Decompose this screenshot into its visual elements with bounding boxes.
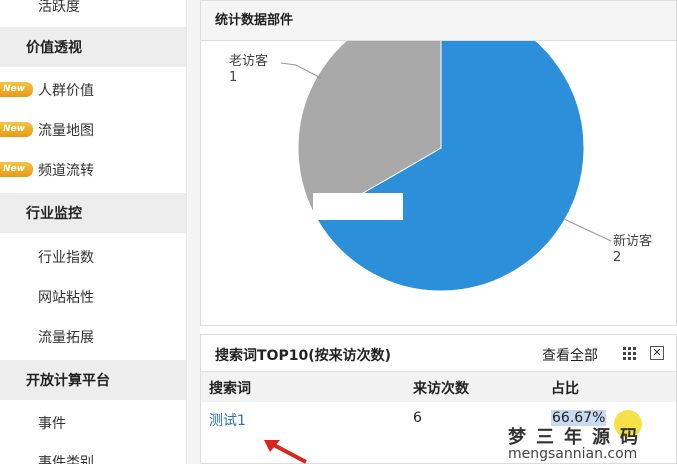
sidebar-group-value[interactable]: 价值透视 [0,27,186,67]
stats-panel-title: 统计数据部件 [201,1,676,41]
watermark-domain: mengsannian.com [508,446,638,462]
sidebar-item-site-stickiness[interactable]: 网站粘性 [0,277,186,317]
sidebar-group-industry[interactable]: 行业监控 [0,193,186,233]
column-header-visits: 来访次数 [413,381,469,397]
pie-label-name: 老访客 [229,53,268,69]
pie-leader-line [564,219,612,242]
new-badge: New [0,82,33,97]
visits-cell: 6 [413,410,422,426]
sidebar-item-event[interactable]: 事件 [0,403,186,443]
top10-header: 搜索词TOP10(按来访次数) 查看全部 ✕ [201,335,676,372]
sidebar-item-label: 流量拓展 [38,330,94,346]
new-badge: New [0,162,33,177]
sidebar-item-label: 事件 [38,416,66,432]
sidebar-item-label: 行业指数 [38,250,94,266]
sidebar-item-label: 频道流转 [38,163,94,179]
sidebar-item-label: 事件类别 [38,455,94,464]
column-header-ratio: 占比 [551,381,579,397]
column-header-term: 搜索词 [209,381,251,397]
search-term-link[interactable]: 测试1 [209,410,246,430]
redaction-box [313,193,403,220]
pie-leader-line [280,62,322,79]
stats-panel: 新访客 2 老访客 1 统计数据部件 [200,0,677,326]
view-all-link[interactable]: 查看全部 [542,345,598,365]
sidebar-item-event-category[interactable]: 事件类别 [0,442,186,464]
pie-label-value: 2 [613,250,621,265]
pie-chart: 新访客 2 老访客 1 [201,1,676,325]
pie-label-value: 1 [229,70,237,85]
new-badge: New [0,122,33,137]
pie-label-name: 新访客 [613,233,652,249]
sidebar-group-label: 开放计算平台 [26,373,110,389]
sidebar-item-traffic-map[interactable]: New 流量地图 [0,110,186,150]
sidebar-item-activity[interactable]: 活跃度 [0,0,186,26]
sidebar: 活跃度 价值透视 New 人群价值 New 流量地图 New 频道流转 行业监控… [0,0,187,464]
sidebar-item-label: 网站粘性 [38,290,94,306]
sidebar-group-open-compute[interactable]: 开放计算平台 [0,360,186,400]
sidebar-item-label: 流量地图 [38,123,94,139]
sidebar-item-industry-index[interactable]: 行业指数 [0,237,186,277]
close-icon[interactable]: ✕ [650,346,664,360]
table-header: 搜索词 来访次数 占比 [201,372,676,402]
layout-gutter [188,0,200,464]
sidebar-item-channel-flow[interactable]: New 频道流转 [0,150,186,190]
sidebar-item-label: 人群价值 [38,83,94,99]
red-arrow-icon [264,440,307,464]
grid-icon[interactable] [623,347,636,360]
sidebar-item-label: 活跃度 [38,0,80,15]
sidebar-group-label: 行业监控 [26,206,82,222]
sidebar-item-traffic-expand[interactable]: 流量拓展 [0,317,186,357]
sidebar-item-crowd-value[interactable]: New 人群价值 [0,70,186,110]
top10-title: 搜索词TOP10(按来访次数) [215,348,391,364]
sidebar-group-label: 价值透视 [26,40,82,56]
pie-chart-svg: 新访客2 老访客1 [229,4,652,292]
